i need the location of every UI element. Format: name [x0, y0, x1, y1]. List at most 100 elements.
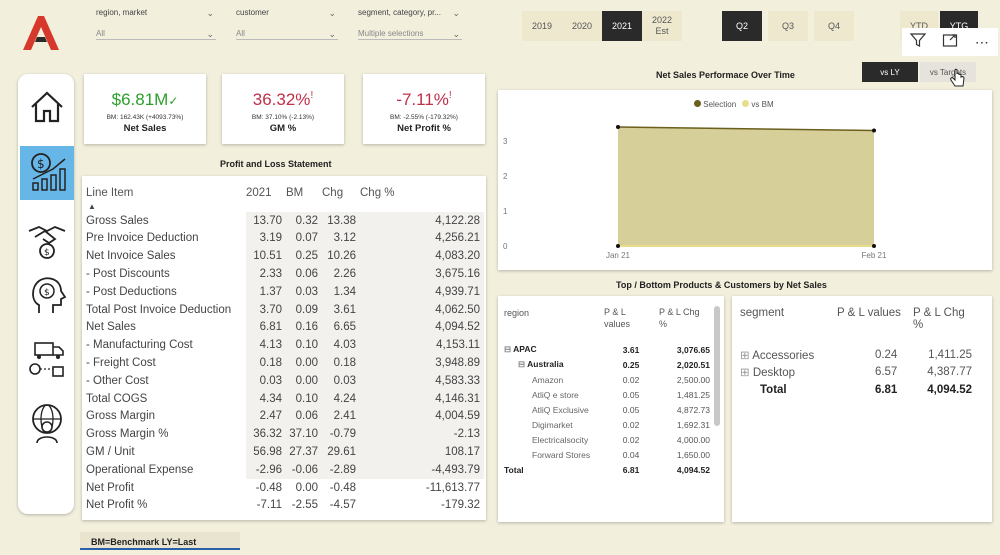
table-cell: 0.25	[622, 359, 640, 370]
sort-ascending-icon[interactable]: ▲	[86, 202, 484, 212]
kpi-card-net-sales[interactable]: $6.81M✓ BM: 162.43K (+4093.73%) Net Sale…	[84, 74, 206, 144]
kpi-card-net-profit-pct[interactable]: -7.11%! BM: -2.55% (-179.32%) Net Profit…	[363, 74, 485, 144]
nav-item-executive[interactable]	[20, 398, 74, 452]
chevron-down-icon[interactable]: ⌄	[328, 8, 336, 19]
collapse-icon[interactable]: ⊟	[518, 359, 527, 369]
table-row[interactable]: - Manufacturing Cost 4.13 0.10 4.03 4,153.11	[86, 336, 484, 355]
table-row[interactable]: AtliQ e store 0.05 1,481.25	[504, 387, 710, 402]
table-cell: 4,153.11	[360, 336, 484, 355]
focus-mode-icon[interactable]	[942, 32, 958, 53]
column-header[interactable]: P & L Chg %	[659, 306, 709, 330]
table-row[interactable]: Total 6.81 4,094.52	[740, 381, 972, 399]
table-row[interactable]: Pre Invoice Deduction 3.19 0.07 3.12 4,256.2…	[86, 229, 484, 248]
column-header[interactable]: 2021	[246, 184, 286, 202]
column-header[interactable]: segment	[740, 307, 784, 319]
table-row[interactable]: Forward Stores 0.04 1,650.00	[504, 447, 710, 462]
table-row[interactable]: ⊞ Accessories 0.24 1,411.25	[740, 346, 972, 364]
vs-targets-toggle[interactable]: vs Targets	[920, 62, 976, 82]
row-label-text: AtliQ Exclusive	[532, 404, 589, 415]
nav-item-marketing[interactable]: $	[20, 270, 74, 324]
kpi-benchmark: BM: 37.10% (-2.13%)	[251, 114, 315, 121]
table-row[interactable]: - Freight Cost 0.18 0.00 0.18 3,948.89	[86, 354, 484, 372]
region-table[interactable]: ⊟ APAC 3.61 3,076.65 ⊟ Australia 0.25 2,020.5…	[504, 342, 710, 477]
more-options-icon[interactable]: ⋯	[975, 34, 990, 51]
table-row[interactable]: Net Invoice Sales 10.51 0.25 10.26 4,083.20	[86, 247, 484, 266]
legend-item-selection[interactable]: Selection	[694, 100, 736, 109]
table-row[interactable]: Total Post Invoice Deduction 3.70 0.09 3.61…	[86, 300, 484, 319]
slicer-segment-category[interactable]: segment, category, pr... ⌄ Multiple sele…	[358, 8, 462, 40]
table-row[interactable]: Amazon 0.02 2,500.00	[504, 372, 710, 387]
column-header[interactable]: P & L values	[604, 306, 642, 330]
table-row[interactable]: Electricalsocity 0.02 4,000.00	[504, 432, 710, 447]
nav-item-supply-chain[interactable]	[20, 334, 74, 388]
vertical-scrollbar[interactable]	[714, 306, 720, 426]
table-cell: 0.03	[322, 371, 360, 390]
row-label-text: Forward Stores	[532, 449, 591, 460]
quarter-button-q4[interactable]: Q4	[814, 11, 854, 41]
row-label-text: Electricalsocity	[532, 434, 589, 445]
column-header[interactable]: Line Item	[86, 184, 246, 202]
nav-item-finance[interactable]: $	[20, 146, 74, 200]
vs-ly-toggle[interactable]: vs LY	[862, 62, 918, 82]
expand-icon[interactable]: ⊞	[740, 350, 752, 362]
segment-table[interactable]: ⊞ Accessories 0.24 1,411.25 ⊞ Desktop 6.57 4,…	[740, 346, 972, 399]
table-row[interactable]: Gross Margin % 36.32 37.10 -0.79 -2.13	[86, 425, 484, 444]
table-row[interactable]: - Post Discounts 2.33 0.06 2.26 3,675.16	[86, 265, 484, 283]
table-row[interactable]: Digimarket 0.02 1,692.31	[504, 417, 710, 432]
table-cell: 3,675.16	[360, 265, 484, 283]
table-cell: 0.18	[322, 354, 360, 372]
table-cell: -4,493.79	[360, 460, 484, 479]
table-row[interactable]: Net Profit % -7.11 -2.55 -4.57 -179.32	[86, 497, 484, 515]
chevron-down-icon: ⌄	[206, 29, 214, 39]
y-tick-label: 3	[503, 137, 508, 146]
selection-area	[618, 127, 874, 246]
slicer-value[interactable]: All ⌄	[96, 27, 216, 40]
chevron-down-icon[interactable]: ⌄	[206, 8, 214, 19]
table-row[interactable]: Gross Sales 13.70 0.32 13.38 4,122.28	[86, 211, 484, 230]
quarter-button-q2[interactable]: Q2	[722, 11, 762, 41]
kpi-card-gm-pct[interactable]: 36.32%! BM: 37.10% (-2.13%) GM %	[222, 74, 344, 144]
table-row[interactable]: Total COGS 4.34 0.10 4.24 4,146.31	[86, 389, 484, 408]
filter-icon[interactable]	[909, 32, 927, 53]
expand-icon[interactable]: ⊞	[740, 367, 753, 379]
table-row[interactable]: Operational Expense -2.96 -0.06 -2.89 -4,493…	[86, 460, 484, 479]
column-header[interactable]: BM	[286, 184, 322, 202]
slicer-value[interactable]: All ⌄	[236, 27, 338, 40]
table-row[interactable]: Total 6.81 4,094.52	[504, 462, 710, 477]
year-button-2022-est[interactable]: 2022 Est	[642, 11, 682, 41]
table-row[interactable]: Net Sales 6.81 0.16 6.65 4,094.52	[86, 318, 484, 337]
slicer-region-market[interactable]: region, market ⌄ All ⌄	[96, 8, 216, 40]
table-row[interactable]: - Post Deductions 1.37 0.03 1.34 4,939.71	[86, 282, 484, 301]
year-button-2020[interactable]: 2020	[562, 11, 602, 41]
pl-table[interactable]: Line Item 2021 BM Chg Chg % ▲ Gross Sale…	[86, 184, 484, 514]
nav-item-sales[interactable]: $	[20, 214, 74, 268]
quarter-button-q3[interactable]: Q3	[768, 11, 808, 41]
collapse-icon[interactable]: ⊟	[504, 344, 513, 354]
table-row[interactable]: ⊞ Desktop 6.57 4,387.77	[740, 364, 972, 382]
slicer-label: customer	[236, 8, 269, 17]
year-button-2021[interactable]: 2021	[602, 11, 642, 41]
table-row[interactable]: AtliQ Exclusive 0.05 4,872.73	[504, 402, 710, 417]
table-row[interactable]: Gross Margin 2.47 0.06 2.41 4,004.59	[86, 407, 484, 426]
table-cell: 4,094.52	[360, 318, 484, 337]
table-row[interactable]: ⊟ APAC 3.61 3,076.65	[504, 342, 710, 357]
column-header[interactable]: region	[504, 308, 529, 318]
year-button-2019[interactable]: 2019	[522, 11, 562, 41]
table-row[interactable]: Net Profit -0.48 0.00 -0.48 -11,613.77	[86, 479, 484, 497]
column-header[interactable]: P & L Chg %	[913, 307, 973, 331]
table-row[interactable]: - Other Cost 0.03 0.00 0.03 4,583.33	[86, 371, 484, 390]
nav-item-home[interactable]	[20, 82, 74, 136]
column-header[interactable]: Chg %	[360, 184, 484, 202]
slicer-customer[interactable]: customer ⌄ All ⌄	[236, 8, 338, 40]
chevron-down-icon[interactable]: ⌄	[452, 8, 460, 19]
column-header[interactable]: Chg	[322, 184, 360, 202]
slicer-value[interactable]: Multiple selections ⌄	[358, 27, 462, 40]
table-cell: 1,411.25	[928, 348, 972, 361]
table-cell: -2.13	[360, 425, 484, 444]
table-cell: 0.09	[286, 300, 322, 319]
table-row[interactable]: ⊟ Australia 0.25 2,020.51	[504, 357, 710, 372]
legend-item-bm[interactable]: vs BM	[742, 100, 774, 109]
trend-area-chart[interactable]: 0 1 2 3 Jan 21 Feb 21	[498, 110, 992, 270]
table-row[interactable]: GM / Unit 56.98 27.37 29.61 108.17	[86, 443, 484, 461]
column-header[interactable]: P & L values	[837, 307, 901, 319]
